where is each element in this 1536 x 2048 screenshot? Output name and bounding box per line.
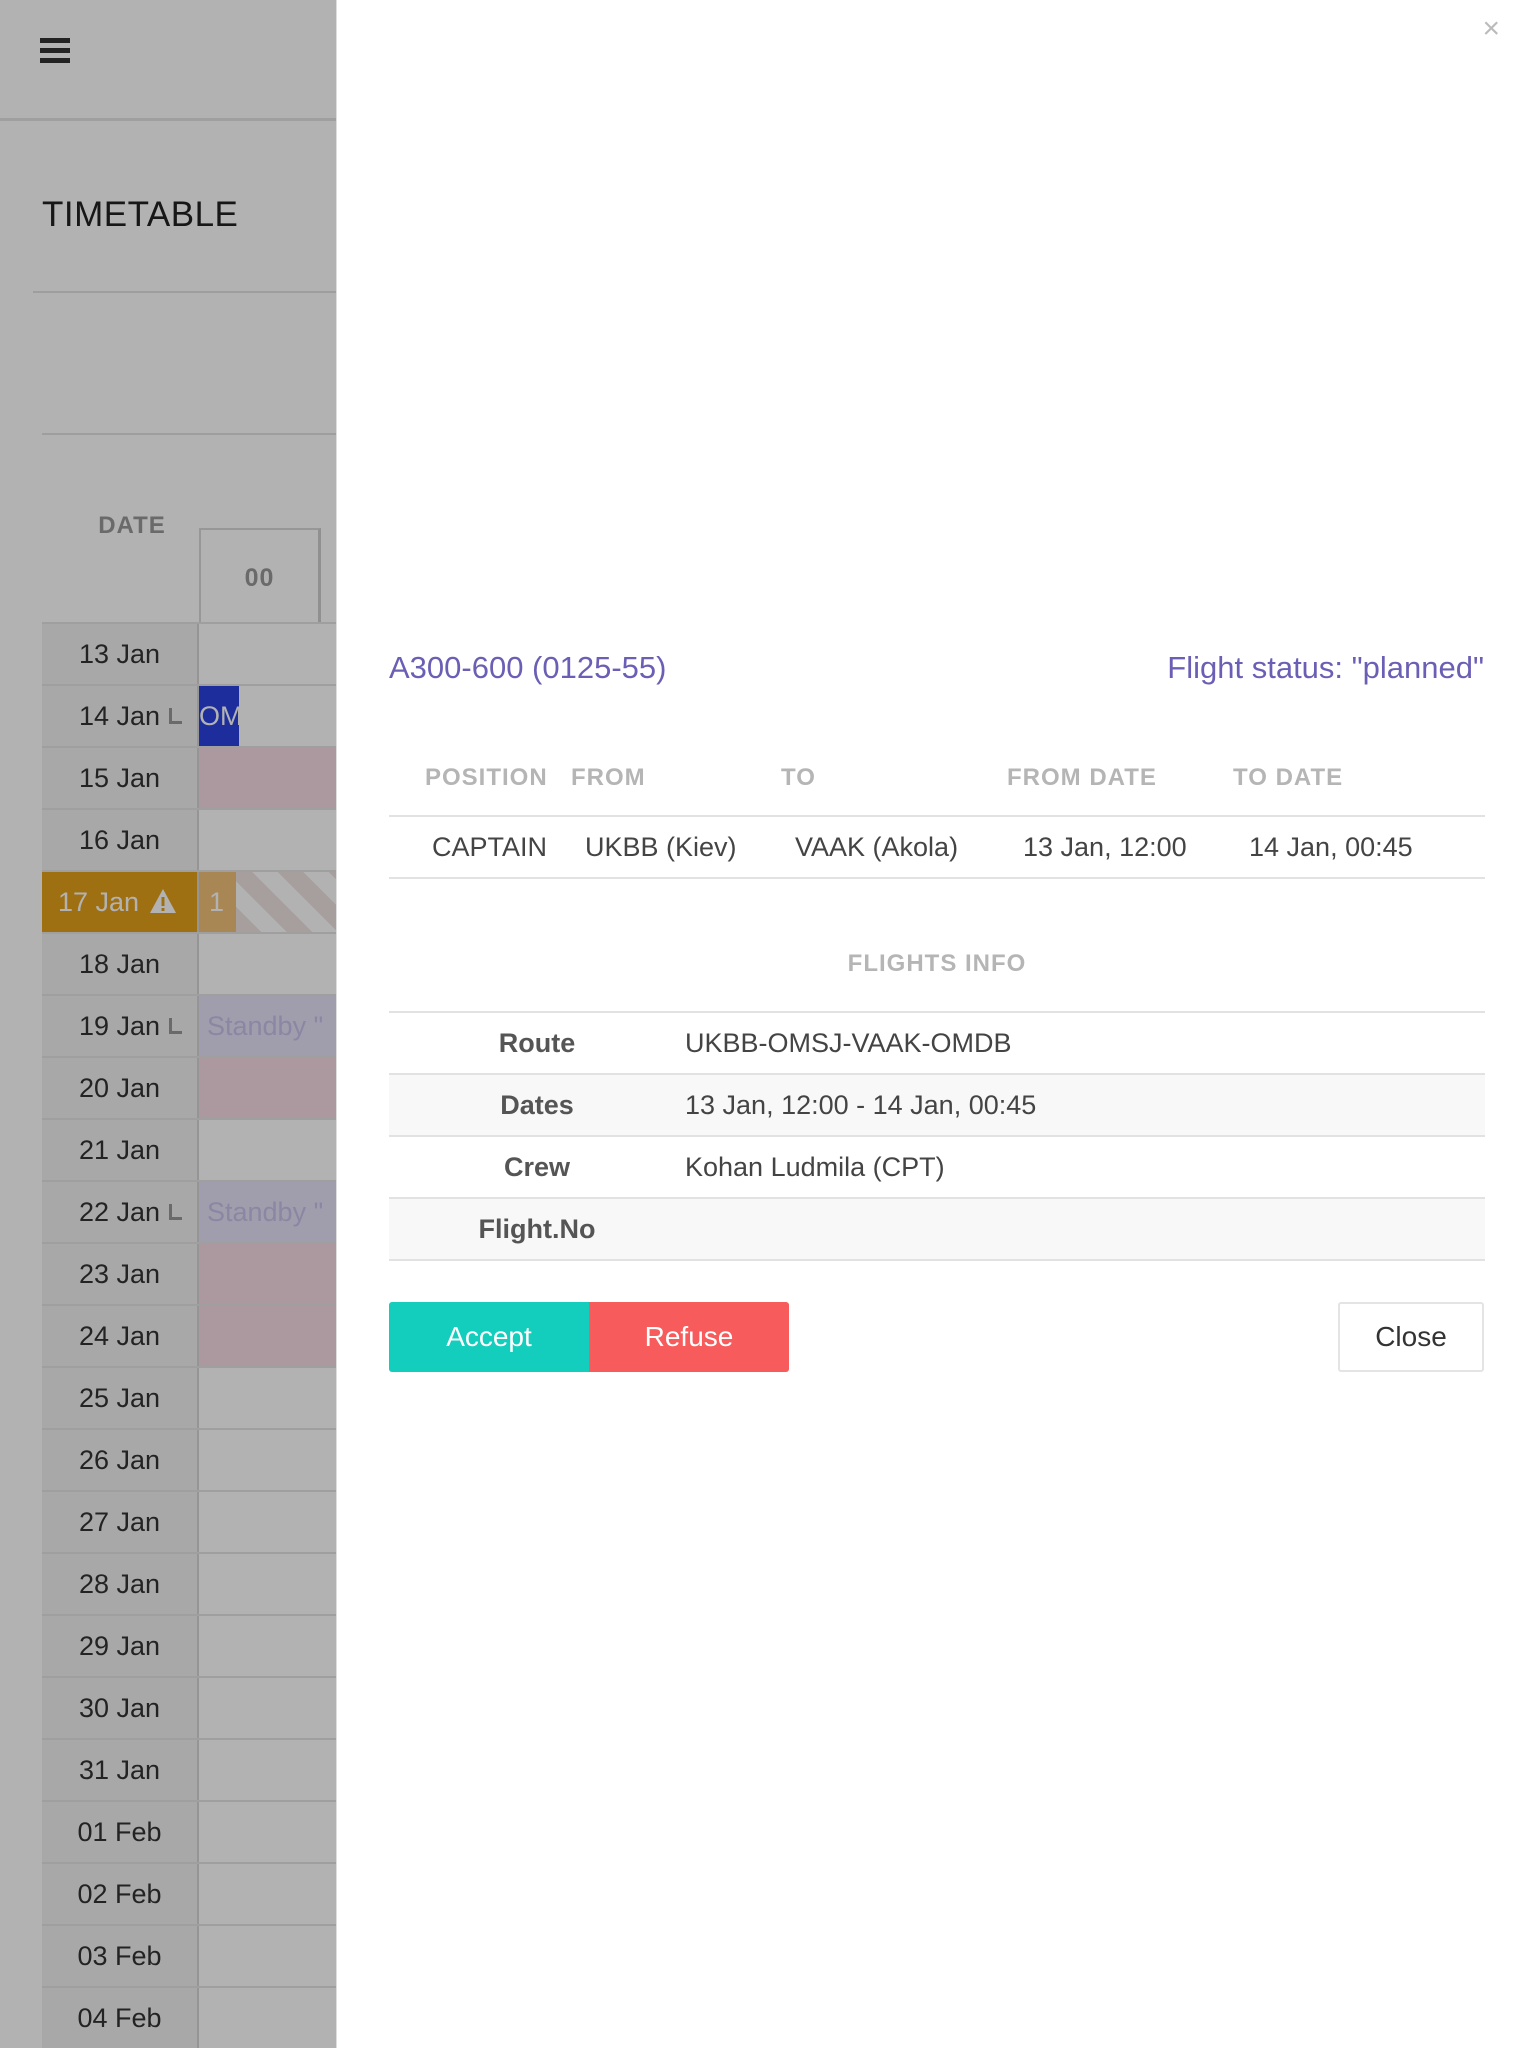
aircraft-title: A300-600 (0125-55) — [389, 650, 667, 685]
close-icon[interactable]: × — [1482, 14, 1500, 44]
cell-position: CAPTAIN — [389, 816, 571, 879]
position-table-header: POSITION FROM TO FROM DATE TO DATE — [389, 740, 1485, 817]
info-label: Route — [389, 1012, 685, 1075]
flights-info-title: FLIGHTS INFO — [847, 950, 1027, 977]
header-position: POSITION — [389, 740, 571, 817]
header-from: FROM — [571, 740, 781, 817]
header-to: TO — [781, 740, 1007, 817]
cell-to: VAAK (Akola) — [781, 816, 1007, 879]
modal-backdrop[interactable] — [0, 0, 336, 2048]
table-row: CAPTAIN UKBB (Kiev) VAAK (Akola) 13 Jan,… — [389, 816, 1485, 879]
close-button[interactable]: Close — [1338, 1302, 1484, 1372]
info-row-crew: Crew Kohan Ludmila (CPT) — [389, 1136, 1485, 1199]
info-value: Kohan Ludmila (CPT) — [685, 1136, 1485, 1199]
info-row-dates: Dates 13 Jan, 12:00 - 14 Jan, 00:45 — [389, 1074, 1485, 1137]
refuse-button[interactable]: Refuse — [589, 1302, 789, 1372]
cell-to-date: 14 Jan, 00:45 — [1233, 816, 1485, 879]
info-value — [685, 1198, 1485, 1261]
info-value: 13 Jan, 12:00 - 14 Jan, 00:45 — [685, 1074, 1485, 1137]
info-row-route: Route UKBB-OMSJ-VAAK-OMDB — [389, 1012, 1485, 1075]
info-label: Flight.No — [389, 1198, 685, 1261]
position-table: POSITION FROM TO FROM DATE TO DATE CAPTA… — [389, 740, 1485, 879]
info-value: UKBB-OMSJ-VAAK-OMDB — [685, 1012, 1485, 1075]
cell-from-date: 13 Jan, 12:00 — [1007, 816, 1233, 879]
info-label: Crew — [389, 1136, 685, 1199]
header-to-date: TO DATE — [1233, 740, 1485, 817]
flight-status: Flight status: "planned" — [1167, 650, 1484, 685]
cell-from: UKBB (Kiev) — [571, 816, 781, 879]
flights-info-table: Route UKBB-OMSJ-VAAK-OMDB Dates 13 Jan, … — [389, 1011, 1485, 1261]
flight-details-modal: × A300-600 (0125-55) Flight status: "pla… — [336, 0, 1536, 2048]
info-row-flight-no: Flight.No — [389, 1198, 1485, 1261]
accept-button[interactable]: Accept — [389, 1302, 589, 1372]
header-from-date: FROM DATE — [1007, 740, 1233, 817]
info-label: Dates — [389, 1074, 685, 1137]
